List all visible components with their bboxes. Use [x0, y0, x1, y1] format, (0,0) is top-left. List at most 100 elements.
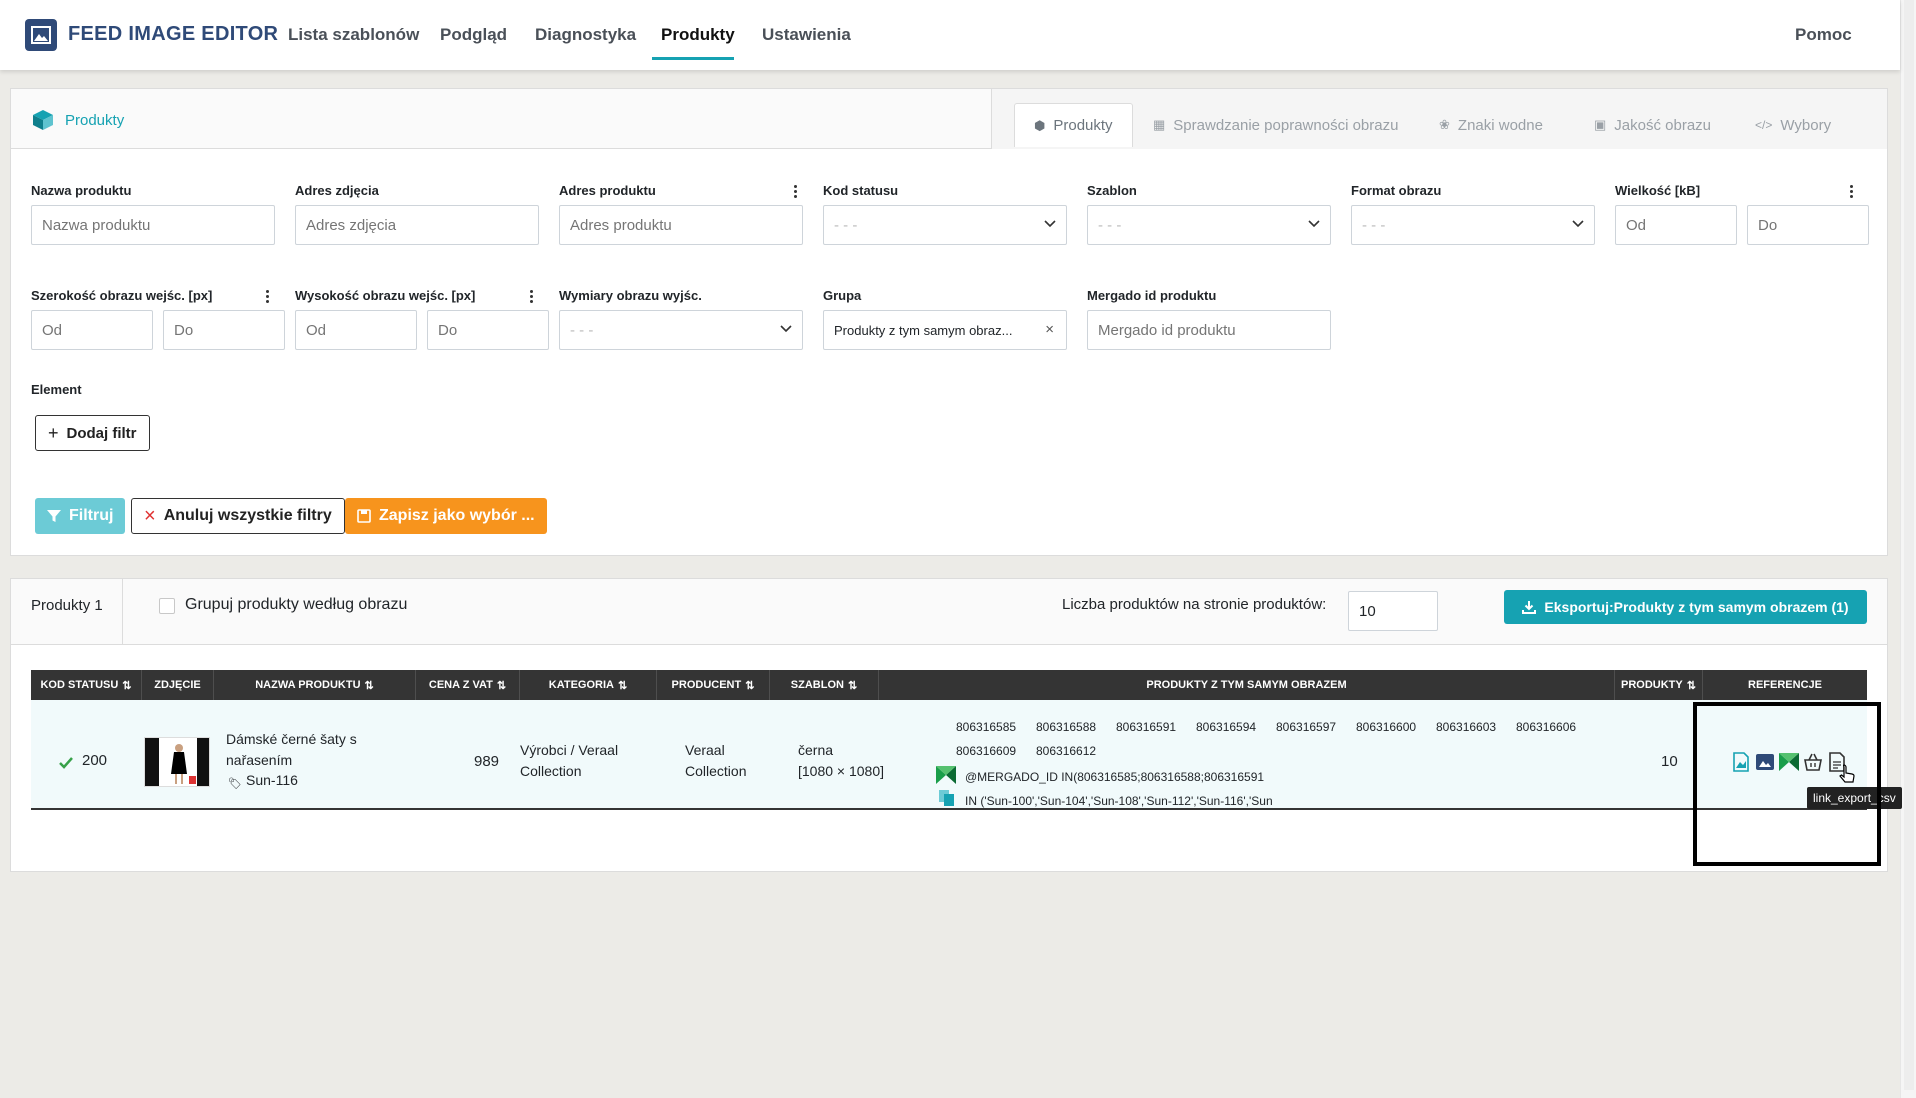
- template-select[interactable]: - - -: [1087, 205, 1331, 245]
- th-status-label: KOD STATUSU: [40, 679, 119, 691]
- nav-settings[interactable]: Ustawienia: [762, 25, 851, 45]
- th-price-label: CENA Z VAT: [428, 679, 493, 691]
- th-category[interactable]: KATEGORIA ⇅: [520, 670, 657, 700]
- save-selection-label: Zapisz jako wybór ...: [379, 507, 535, 524]
- mergado-query[interactable]: @MERGADO_ID IN(806316585;806316588;80631…: [965, 770, 1285, 784]
- app-brand[interactable]: FEED IMAGE EDITOR: [68, 23, 278, 46]
- plus-icon: +: [48, 422, 59, 443]
- template-value: - - -: [1098, 216, 1122, 234]
- sort-icon: ⇅: [847, 679, 858, 692]
- label-product-url: Adres produktu: [559, 183, 656, 198]
- tab-selections[interactable]: </> Wybory: [1736, 103, 1850, 147]
- status-code-select[interactable]: - - -: [823, 205, 1067, 245]
- chevron-down-icon: [1044, 220, 1056, 228]
- save-selection-button[interactable]: Zapisz jako wybór ...: [345, 498, 547, 534]
- paw-icon: ❀: [1439, 117, 1450, 132]
- image-format-select[interactable]: - - -: [1351, 205, 1595, 245]
- tab-products[interactable]: ⬢ Produkty: [1014, 103, 1133, 147]
- scrollbar-thumb[interactable]: [1904, 0, 1914, 1090]
- app-logo-icon: [25, 19, 57, 51]
- th-same-image-label: PRODUKTY Z TYM SAMYM OBRAZEM: [1146, 679, 1347, 691]
- copy-icon[interactable]: [938, 789, 956, 807]
- group-value: Produkty z tym samym obraz...: [834, 322, 1013, 338]
- th-category-label: KATEGORIA: [548, 679, 614, 691]
- table-header: KOD STATUSU ⇅ ZDJĘCIE NAZWA PRODUKTU ⇅ CEN…: [31, 670, 1867, 700]
- same-image-id[interactable]: 806316609: [956, 744, 1016, 758]
- input-width-to[interactable]: [163, 310, 285, 350]
- nav-products[interactable]: Produkty: [661, 25, 735, 45]
- same-image-id[interactable]: 806316597: [1276, 720, 1336, 734]
- tab-image-quality-label: Jakość obrazu: [1614, 116, 1712, 134]
- th-price[interactable]: CENA Z VAT ⇅: [416, 670, 520, 700]
- filter-button-label: Filtruj: [69, 507, 114, 524]
- page-scrollbar[interactable]: [1900, 0, 1916, 1098]
- sort-icon: ⇅: [364, 679, 374, 692]
- top-navbar: FEED IMAGE EDITOR Lista szablonów Podglą…: [0, 0, 1900, 70]
- th-name-label: NAZWA PRODUKTU: [255, 679, 361, 691]
- filters-card-title: Produkty: [31, 108, 124, 132]
- group-by-image-label: Grupuj produkty według obrazu: [185, 596, 408, 613]
- filters-card-title-text: Produkty: [65, 111, 125, 129]
- size-options-icon[interactable]: [1850, 185, 1854, 198]
- status-code-value: - - -: [834, 216, 858, 234]
- product-name-input[interactable]: [31, 205, 275, 245]
- product-url-input[interactable]: [559, 205, 803, 245]
- label-output-dims: Wymiary obrazu wyjśc.: [559, 288, 702, 303]
- same-image-id[interactable]: 806316594: [1196, 720, 1256, 734]
- input-height-from[interactable]: [295, 310, 417, 350]
- export-button[interactable]: Eksportuj:Produkty z tym samym obrazem (…: [1504, 590, 1867, 624]
- nav-diagnostics[interactable]: Diagnostyka: [535, 25, 636, 45]
- add-filter-label: Dodaj filtr: [66, 424, 137, 442]
- input-height-to[interactable]: [427, 310, 549, 350]
- th-name[interactable]: NAZWA PRODUKTU ⇅: [214, 670, 416, 700]
- sku-query[interactable]: IN ('Sun-100','Sun-104','Sun-108','Sun-1…: [965, 794, 1285, 808]
- size-from-input[interactable]: [1615, 205, 1737, 245]
- same-image-id[interactable]: 806316591: [1116, 720, 1176, 734]
- same-image-id[interactable]: 806316585: [956, 720, 1016, 734]
- mergado-id-input[interactable]: [1087, 310, 1331, 350]
- th-status[interactable]: KOD STATUSU ⇅: [31, 670, 142, 700]
- product-thumbnail[interactable]: [144, 737, 210, 787]
- input-width-from[interactable]: [31, 310, 153, 350]
- same-image-id[interactable]: 806316606: [1516, 720, 1576, 734]
- row-name-line1[interactable]: Dámské černé šaty s: [226, 731, 357, 747]
- filter-button[interactable]: Filtruj: [35, 498, 126, 534]
- label-product-name: Nazwa produktu: [31, 183, 132, 198]
- tab-image-validation[interactable]: ▦ Sprawdzanie poprawności obrazu: [1134, 103, 1417, 147]
- mergado-logo-icon[interactable]: [936, 766, 956, 784]
- th-producer[interactable]: PRODUCENT ⇅: [657, 670, 770, 700]
- tab-watermarks-label: Znaki wodne: [1457, 116, 1543, 134]
- same-image-id[interactable]: 806316612: [1036, 744, 1096, 758]
- clear-group-icon[interactable]: ×: [1045, 321, 1054, 338]
- same-image-id[interactable]: 806316600: [1356, 720, 1416, 734]
- box-icon: [33, 110, 53, 130]
- image-icon: ▣: [1594, 117, 1607, 132]
- input-width-options-icon[interactable]: [266, 290, 270, 303]
- cancel-filters-button[interactable]: × Anuluj wszystkie filtry: [131, 498, 345, 534]
- same-image-id[interactable]: 806316603: [1436, 720, 1496, 734]
- group-select[interactable]: Produkty z tym samym obraz... ×: [823, 310, 1067, 350]
- floppy-icon: [357, 509, 371, 523]
- tab-image-quality[interactable]: ▣ Jakość obrazu: [1575, 103, 1730, 147]
- row-price: 989: [474, 753, 500, 770]
- product-url-options-icon[interactable]: [794, 185, 798, 198]
- size-to-input[interactable]: [1747, 205, 1869, 245]
- image-url-input[interactable]: [295, 205, 539, 245]
- th-products[interactable]: PRODUKTY ⇅: [1615, 670, 1703, 700]
- same-image-id[interactable]: 806316588: [1036, 720, 1096, 734]
- tag-icon: 🏷: [228, 778, 242, 790]
- row-name-line2[interactable]: nařasením: [226, 752, 292, 768]
- download-icon: [1522, 601, 1537, 614]
- tab-watermarks[interactable]: ❀ Znaki wodne: [1420, 103, 1562, 147]
- nav-preview[interactable]: Podgląd: [440, 25, 507, 45]
- add-filter-button[interactable]: + Dodaj filtr: [35, 415, 150, 451]
- nav-help[interactable]: Pomoc: [1795, 25, 1852, 45]
- nav-template-list[interactable]: Lista szablonów: [288, 25, 419, 45]
- chevron-down-icon: [780, 325, 792, 333]
- per-page-input[interactable]: 10: [1348, 591, 1438, 631]
- filters-card-header: Produkty ⬢ Produkty ▦ Sprawdzanie poprawno…: [11, 89, 1887, 149]
- output-dims-select[interactable]: - - -: [559, 310, 803, 350]
- th-template[interactable]: SZABLON ⇅: [770, 670, 879, 700]
- input-height-options-icon[interactable]: [530, 290, 534, 303]
- group-by-image-checkbox[interactable]: [159, 598, 175, 614]
